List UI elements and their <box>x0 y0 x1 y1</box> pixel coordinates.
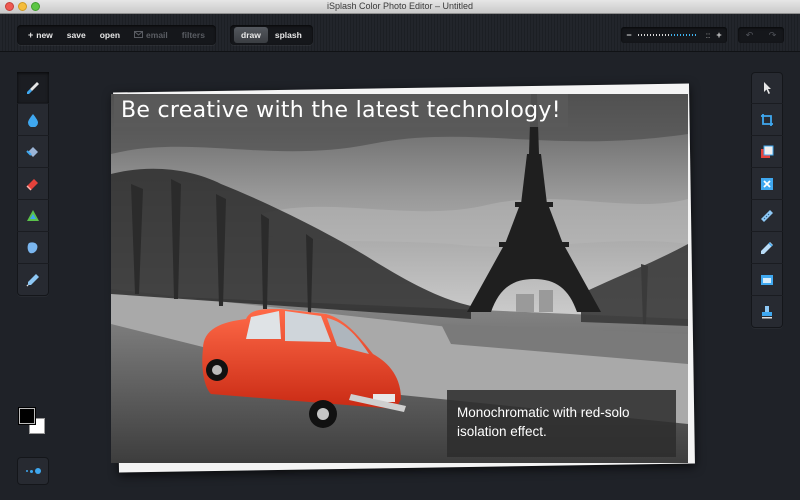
new-button-label: new <box>36 30 53 40</box>
zoom-fit-button[interactable]: :: <box>702 31 714 40</box>
save-button[interactable]: save <box>60 27 93 43</box>
stamp-icon <box>762 306 772 319</box>
left-tool-panel <box>17 72 49 296</box>
eraser-icon <box>26 178 38 191</box>
zoom-in-button[interactable]: + <box>714 30 724 40</box>
layers-tool[interactable] <box>751 136 783 168</box>
shape-tool[interactable] <box>17 200 49 232</box>
fill-tool[interactable] <box>17 136 49 168</box>
email-button[interactable]: email <box>127 27 175 43</box>
pencil-icon <box>761 241 773 254</box>
crop-tool[interactable] <box>751 104 783 136</box>
ruler-icon <box>761 209 773 222</box>
blob-icon <box>27 241 38 253</box>
brush-size-dot-small <box>25 470 28 472</box>
caption-box: Monochromatic with red-solo isolation ef… <box>447 390 676 457</box>
plus-icon: + <box>28 30 34 40</box>
eraser-tool[interactable] <box>17 168 49 200</box>
splash-mode-button[interactable]: splash <box>268 27 309 43</box>
pointer-tool[interactable] <box>751 72 783 104</box>
file-button-group: + new save open email filters <box>17 25 216 45</box>
crop-icon <box>761 113 773 126</box>
brush-icon <box>27 81 39 94</box>
window-tool[interactable] <box>751 264 783 296</box>
title-bar: iSplash Color Photo Editor – Untitled <box>0 0 800 14</box>
cancel-selection-tool[interactable] <box>751 168 783 200</box>
mode-button-group: draw splash <box>230 25 313 45</box>
undo-button[interactable]: ↶ <box>738 27 761 43</box>
brush-tool[interactable] <box>17 72 49 104</box>
dropper-tool[interactable] <box>17 264 49 296</box>
brush-size-dot-large <box>34 468 41 474</box>
zoom-control: − :: + <box>621 27 727 43</box>
dropper-icon <box>26 274 39 287</box>
draw-mode-button[interactable]: draw <box>234 27 268 43</box>
brush-size-button[interactable] <box>17 457 49 485</box>
fill-icon <box>26 146 38 157</box>
zoom-out-button[interactable]: − <box>624 30 634 40</box>
layers-icon <box>761 145 774 158</box>
redo-button[interactable]: ↷ <box>761 27 784 43</box>
filters-button[interactable]: filters <box>175 27 212 43</box>
headline-banner: Be creative with the latest technology! <box>114 94 568 127</box>
window-icon <box>761 274 773 285</box>
stamp-tool[interactable] <box>751 296 783 328</box>
drop-tool[interactable] <box>17 104 49 136</box>
right-tool-panel <box>751 72 783 328</box>
history-group: ↶ ↷ <box>738 27 784 43</box>
cancel-icon <box>761 177 773 190</box>
blob-tool[interactable] <box>17 232 49 264</box>
open-button[interactable]: open <box>93 27 127 43</box>
canvas-photo[interactable]: Be creative with the latest technology! … <box>111 94 688 463</box>
triangle-icon <box>27 209 39 221</box>
window-title: iSplash Color Photo Editor – Untitled <box>326 1 474 11</box>
envelope-icon <box>134 30 144 40</box>
new-button[interactable]: + new <box>21 27 60 43</box>
zoom-slider[interactable] <box>638 34 698 36</box>
color-wells <box>17 404 49 440</box>
zoom-slider-fill <box>671 34 698 36</box>
pointer-icon <box>764 81 771 94</box>
pencil-tool[interactable] <box>751 232 783 264</box>
brush-size-dot-medium <box>29 469 33 473</box>
email-button-label: email <box>146 30 168 40</box>
foreground-color-swatch[interactable] <box>19 408 35 424</box>
drop-icon <box>28 113 38 127</box>
ruler-tool[interactable] <box>751 200 783 232</box>
toolbar: + new save open email filters draw splas… <box>0 14 800 52</box>
